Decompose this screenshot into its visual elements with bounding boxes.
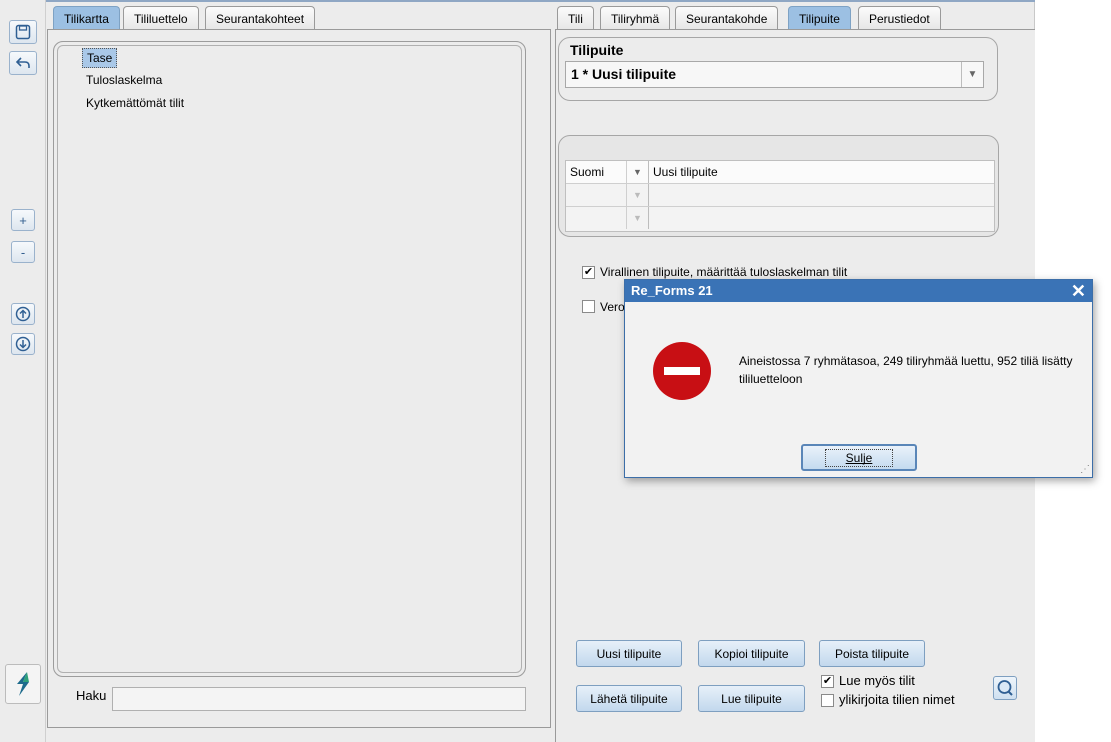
tab-seurantakohde[interactable]: Seurantakohde <box>675 6 779 30</box>
minus-icon: - <box>20 244 26 260</box>
ylikirjoita-checkbox[interactable] <box>821 694 834 707</box>
dialog-title: Re_Forms 21 <box>631 283 713 298</box>
vero-checkbox[interactable] <box>582 300 595 313</box>
language-cell[interactable] <box>566 207 627 229</box>
tab-label: Perustiedot <box>869 11 930 26</box>
move-up-button[interactable] <box>11 303 35 325</box>
arrow-down-circle-icon <box>15 336 31 352</box>
delete-tilipuite-button[interactable]: Poista tilipuite <box>819 640 925 667</box>
tree-item-tuloslaskelma[interactable]: Tuloslaskelma <box>82 70 166 90</box>
read-tilipuite-button[interactable]: Lue tilipuite <box>698 685 805 712</box>
ylikirjoita-label: ylikirjoita tilien nimet <box>839 692 955 707</box>
language-cell[interactable] <box>566 184 627 206</box>
name-cell[interactable]: Uusi tilipuite <box>649 161 994 183</box>
message-dialog: Re_Forms 21 ✕ Aineistossa 7 ryhmätasoa, … <box>624 279 1093 478</box>
app-logo-button[interactable] <box>5 664 41 704</box>
left-toolbar <box>0 0 46 742</box>
app-logo-icon <box>17 672 29 696</box>
tab-seurantakohteet[interactable]: Seurantakohteet <box>205 6 316 30</box>
tab-tiliryhma[interactable]: Tiliryhmä <box>600 6 671 30</box>
tab-label: Seurantakohteet <box>216 11 305 26</box>
tree-item-kytkemattomat[interactable]: Kytkemättömät tilit <box>82 93 188 113</box>
translations-grid: Suomi ▼ Uusi tilipuite ▼ ▼ <box>565 160 995 232</box>
tab-label: Tilipuite <box>799 11 840 26</box>
new-tilipuite-button[interactable]: Uusi tilipuite <box>576 640 682 667</box>
send-tilipuite-button[interactable]: Lähetä tilipuite <box>576 685 682 712</box>
search-icon <box>997 680 1013 696</box>
tab-tilikartta[interactable]: Tilikartta <box>53 6 120 30</box>
undo-button[interactable] <box>9 51 37 75</box>
chevron-down-icon[interactable]: ▼ <box>961 62 983 87</box>
tab-label: Seurantakohde <box>686 11 768 26</box>
copy-tilipuite-button[interactable]: Kopioi tilipuite <box>698 640 805 667</box>
virallinen-checkbox[interactable]: ✔ <box>582 266 595 279</box>
undo-icon <box>15 57 30 68</box>
close-button-label: Sulje <box>824 448 894 467</box>
language-cell[interactable]: Suomi <box>566 161 627 183</box>
tab-label: Tilikartta <box>64 11 109 26</box>
tab-label: Tiliryhmä <box>611 11 660 26</box>
tab-tilipuite[interactable]: Tilipuite <box>788 6 851 30</box>
lue-myos-tilit-label: Lue myös tilit <box>839 673 915 688</box>
name-cell[interactable] <box>649 207 994 229</box>
move-down-button[interactable] <box>11 333 35 355</box>
arrow-up-circle-icon <box>15 306 31 322</box>
account-tree[interactable] <box>53 41 526 677</box>
table-row: ▼ <box>566 184 994 207</box>
tilipuite-label: Tilipuite <box>570 42 624 58</box>
tab-label: Tili <box>568 11 583 26</box>
zoom-out-button[interactable]: - <box>11 241 35 263</box>
tree-item-tase[interactable]: Tase <box>82 48 118 68</box>
search-button[interactable] <box>993 676 1017 700</box>
name-cell[interactable] <box>649 184 994 206</box>
lue-myos-tilit-checkbox[interactable]: ✔ <box>821 675 834 688</box>
chevron-down-icon[interactable]: ▼ <box>627 184 649 206</box>
tab-tili[interactable]: Tili <box>557 6 594 30</box>
dialog-title-bar[interactable]: Re_Forms 21 ✕ <box>625 280 1092 302</box>
zoom-in-button[interactable]: + <box>11 209 35 231</box>
chevron-down-icon[interactable]: ▼ <box>627 207 649 229</box>
search-input[interactable] <box>112 687 526 711</box>
tilipuite-selected-value: 1 * Uusi tilipuite <box>571 66 677 82</box>
table-row: ▼ <box>566 207 994 230</box>
tilipuite-select[interactable]: 1 * Uusi tilipuite ▼ <box>565 61 984 88</box>
plus-icon: + <box>19 212 27 228</box>
virallinen-checkbox-label: Virallinen tilipuite, määrittää tuloslas… <box>600 265 848 279</box>
save-icon <box>15 24 31 40</box>
close-button[interactable]: Sulje <box>801 444 917 471</box>
resize-grip-icon[interactable]: ⋰ <box>1080 464 1090 475</box>
error-stop-icon <box>653 342 711 400</box>
search-label: Haku <box>76 688 107 703</box>
save-button[interactable] <box>9 20 37 44</box>
tab-tililuettelo[interactable]: Tililuettelo <box>123 6 199 30</box>
vero-checkbox-label: Vero <box>600 300 625 314</box>
top-border <box>0 0 1035 2</box>
tab-label: Tililuettelo <box>134 11 188 26</box>
tab-perustiedot[interactable]: Perustiedot <box>858 6 941 30</box>
dialog-message: Aineistossa 7 ryhmätasoa, 249 tiliryhmää… <box>739 354 1073 386</box>
close-icon[interactable]: ✕ <box>1071 281 1086 301</box>
chevron-down-icon[interactable]: ▼ <box>627 161 649 183</box>
table-row: Suomi ▼ Uusi tilipuite <box>566 161 994 184</box>
